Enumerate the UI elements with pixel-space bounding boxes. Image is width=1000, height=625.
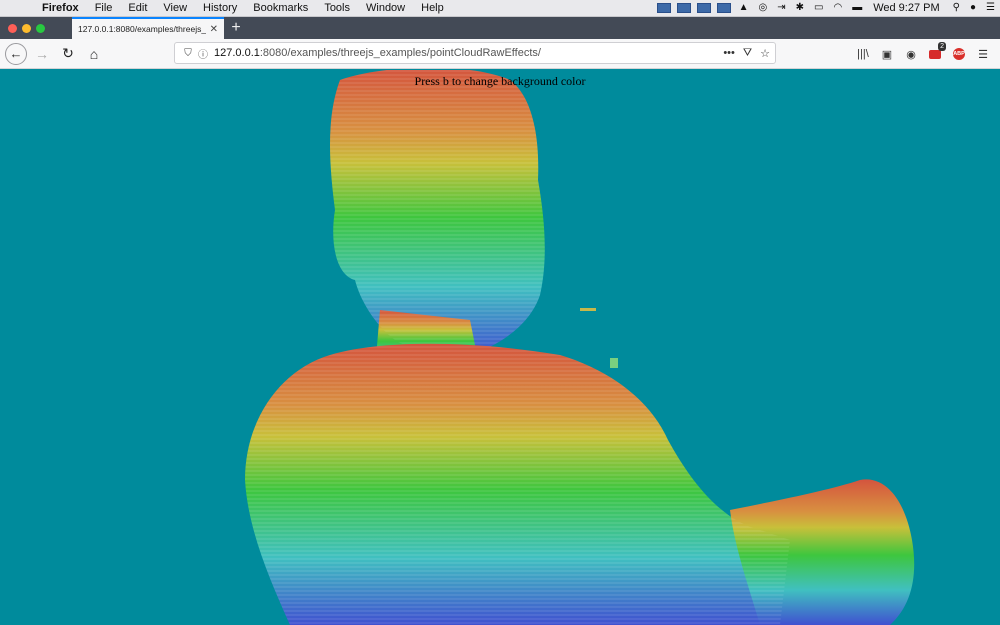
menu-view[interactable]: View [155, 0, 195, 16]
tray-airplay-icon[interactable]: ▭ [814, 0, 823, 16]
url-host: 127.0.0.1 [214, 47, 260, 59]
tray-wifi-icon[interactable]: ◠ [833, 0, 842, 16]
notification-center-icon[interactable]: ☰ [986, 0, 995, 16]
macos-menu-bar: Firefox File Edit View History Bookmarks… [0, 0, 1000, 17]
tray-wand-icon[interactable]: ▲ [739, 0, 749, 16]
tab-title: 127.0.0.1:8080/examples/threejs_examples… [78, 24, 206, 34]
nav-toolbar: ← → ↻ ⌂ ⛉ ⓘ 127.0.0.1:8080/examples/thre… [0, 39, 1000, 69]
status-tray: ▲ ◎ ⇥ ✱ ▭ ◠ ▬ Wed 9:27 PM ⚲ ● ☰ [654, 0, 1000, 16]
tray-app-icon-4[interactable] [716, 3, 731, 13]
tray-app-icon-1[interactable] [656, 3, 671, 13]
library-icon[interactable]: |||\ [852, 44, 874, 64]
tray-battery-icon[interactable]: ▬ [852, 0, 862, 16]
back-button-icon[interactable]: ← [5, 42, 27, 65]
close-window-icon[interactable] [8, 23, 17, 33]
menu-window[interactable]: Window [358, 0, 413, 16]
zoom-window-icon[interactable] [36, 23, 45, 33]
extension-red-icon[interactable]: 2 [924, 42, 946, 64]
webgl-canvas-area[interactable]: Press b to change background color [0, 70, 1000, 625]
menu-tools[interactable]: Tools [316, 0, 358, 16]
tray-app-icon-3[interactable] [696, 3, 711, 13]
abp-label: ABP [953, 48, 965, 60]
stray-points-1 [580, 308, 596, 311]
menu-history[interactable]: History [195, 0, 245, 16]
reload-icon[interactable]: ↻ [57, 43, 79, 65]
menu-file[interactable]: File [87, 0, 121, 16]
menu-app-name[interactable]: Firefox [34, 0, 87, 16]
menu-clock[interactable]: Wed 9:27 PM [873, 2, 939, 14]
toolbar-right: |||\ ▣ ◉ 2 ABP ☰ [850, 42, 994, 64]
tab-active[interactable]: 127.0.0.1:8080/examples/threejs_examples… [72, 17, 224, 39]
tracking-shield-icon[interactable]: ⛉ [180, 48, 196, 59]
url-text[interactable]: 127.0.0.1:8080/examples/threejs_examples… [214, 47, 541, 59]
minimize-window-icon[interactable] [22, 23, 31, 33]
extension-badge: 2 [938, 42, 946, 51]
tray-arrow-icon[interactable]: ⇥ [777, 0, 785, 16]
point-cloud-texture [245, 70, 790, 625]
url-bar[interactable]: ⛉ ⓘ 127.0.0.1:8080/examples/threejs_exam… [174, 42, 776, 64]
bookmark-star-icon[interactable]: ☆ [760, 47, 770, 60]
url-path: :8080/examples/threejs_examples/pointClo… [259, 47, 541, 59]
tab-close-icon[interactable]: ✕ [210, 24, 218, 35]
home-icon[interactable]: ⌂ [83, 43, 105, 65]
page-actions-icon[interactable]: ••• [723, 47, 735, 59]
user-avatar-icon[interactable]: ● [970, 0, 976, 16]
menu-help[interactable]: Help [413, 0, 452, 16]
window-controls [0, 17, 64, 39]
instruction-text: Press b to change background color [414, 74, 586, 88]
tray-sync-icon[interactable]: ◎ [759, 0, 768, 16]
tray-bluetooth-icon[interactable]: ✱ [796, 0, 804, 16]
menu-bookmarks[interactable]: Bookmarks [245, 0, 316, 16]
url-actions: ••• ⛛ ☆ [715, 47, 770, 60]
menu-edit[interactable]: Edit [120, 0, 155, 16]
new-tab-icon[interactable]: + [224, 17, 248, 39]
hamburger-menu-icon[interactable]: ☰ [972, 44, 994, 64]
forward-button-icon[interactable]: → [31, 43, 53, 65]
account-icon[interactable]: ◉ [900, 44, 922, 64]
point-cloud-visual [245, 70, 915, 625]
site-info-icon[interactable]: ⓘ [196, 46, 210, 61]
sidebar-icon[interactable]: ▣ [876, 44, 898, 64]
tab-strip: 127.0.0.1:8080/examples/threejs_examples… [0, 17, 1000, 39]
tray-app-icon-2[interactable] [676, 3, 691, 13]
pocket-icon[interactable]: ⛛ [743, 47, 752, 60]
adblock-plus-icon[interactable]: ABP [948, 44, 970, 64]
stray-points-2 [610, 358, 618, 368]
spotlight-search-icon[interactable]: ⚲ [953, 0, 960, 16]
